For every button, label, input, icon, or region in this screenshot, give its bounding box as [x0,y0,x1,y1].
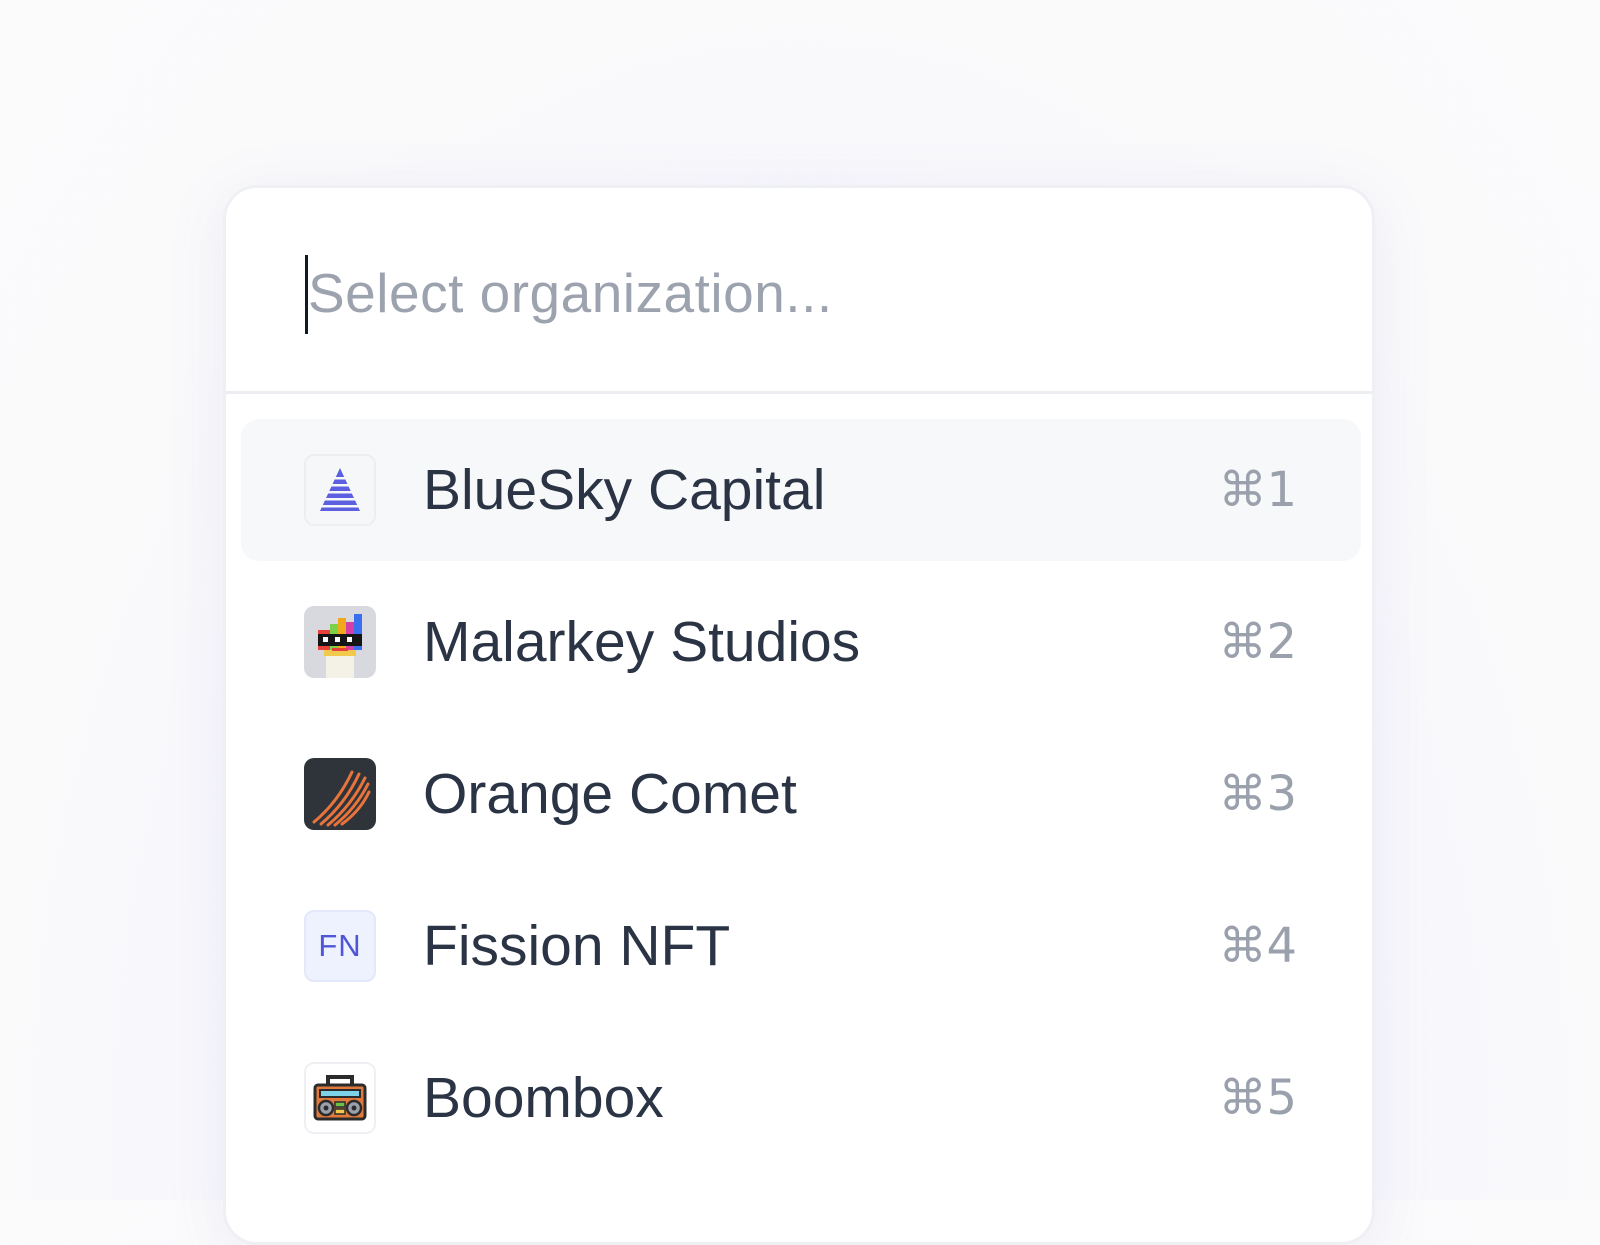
search-bar [226,188,1372,394]
fission-monogram-text: FN [318,928,362,963]
keyboard-shortcut: ⌘2 [1218,614,1297,670]
keyboard-shortcut: ⌘3 [1218,766,1297,822]
organization-picker: BlueSky Capital ⌘1 [223,185,1375,1245]
organization-name: Malarkey Studios [423,610,861,674]
keyboard-shortcut: ⌘5 [1218,1070,1297,1126]
organization-name: Orange Comet [423,762,797,826]
organization-item-bluesky-capital[interactable]: BlueSky Capital ⌘1 [241,419,1361,561]
organization-item-boombox[interactable]: Boombox ⌘5 [241,1027,1361,1169]
organization-name: Fission NFT [423,914,731,978]
organization-name: Boombox [423,1066,664,1130]
keyboard-shortcut: ⌘4 [1218,918,1297,974]
fission-monogram-icon: FN [304,910,376,982]
organization-name: BlueSky Capital [423,458,826,522]
malarkey-pixel-avatar-icon [304,606,376,678]
organization-item-malarkey-studios[interactable]: Malarkey Studios ⌘2 [241,571,1361,713]
organization-item-fission-nft[interactable]: FN Fission NFT ⌘4 [241,875,1361,1017]
organization-item-orange-comet[interactable]: Orange Comet ⌘3 [241,723,1361,865]
orange-comet-streaks-icon [304,758,376,830]
boombox-radio-icon [304,1062,376,1134]
keyboard-shortcut: ⌘1 [1218,462,1297,518]
bluesky-pyramid-icon [304,454,376,526]
organization-search-input[interactable] [308,248,1288,338]
